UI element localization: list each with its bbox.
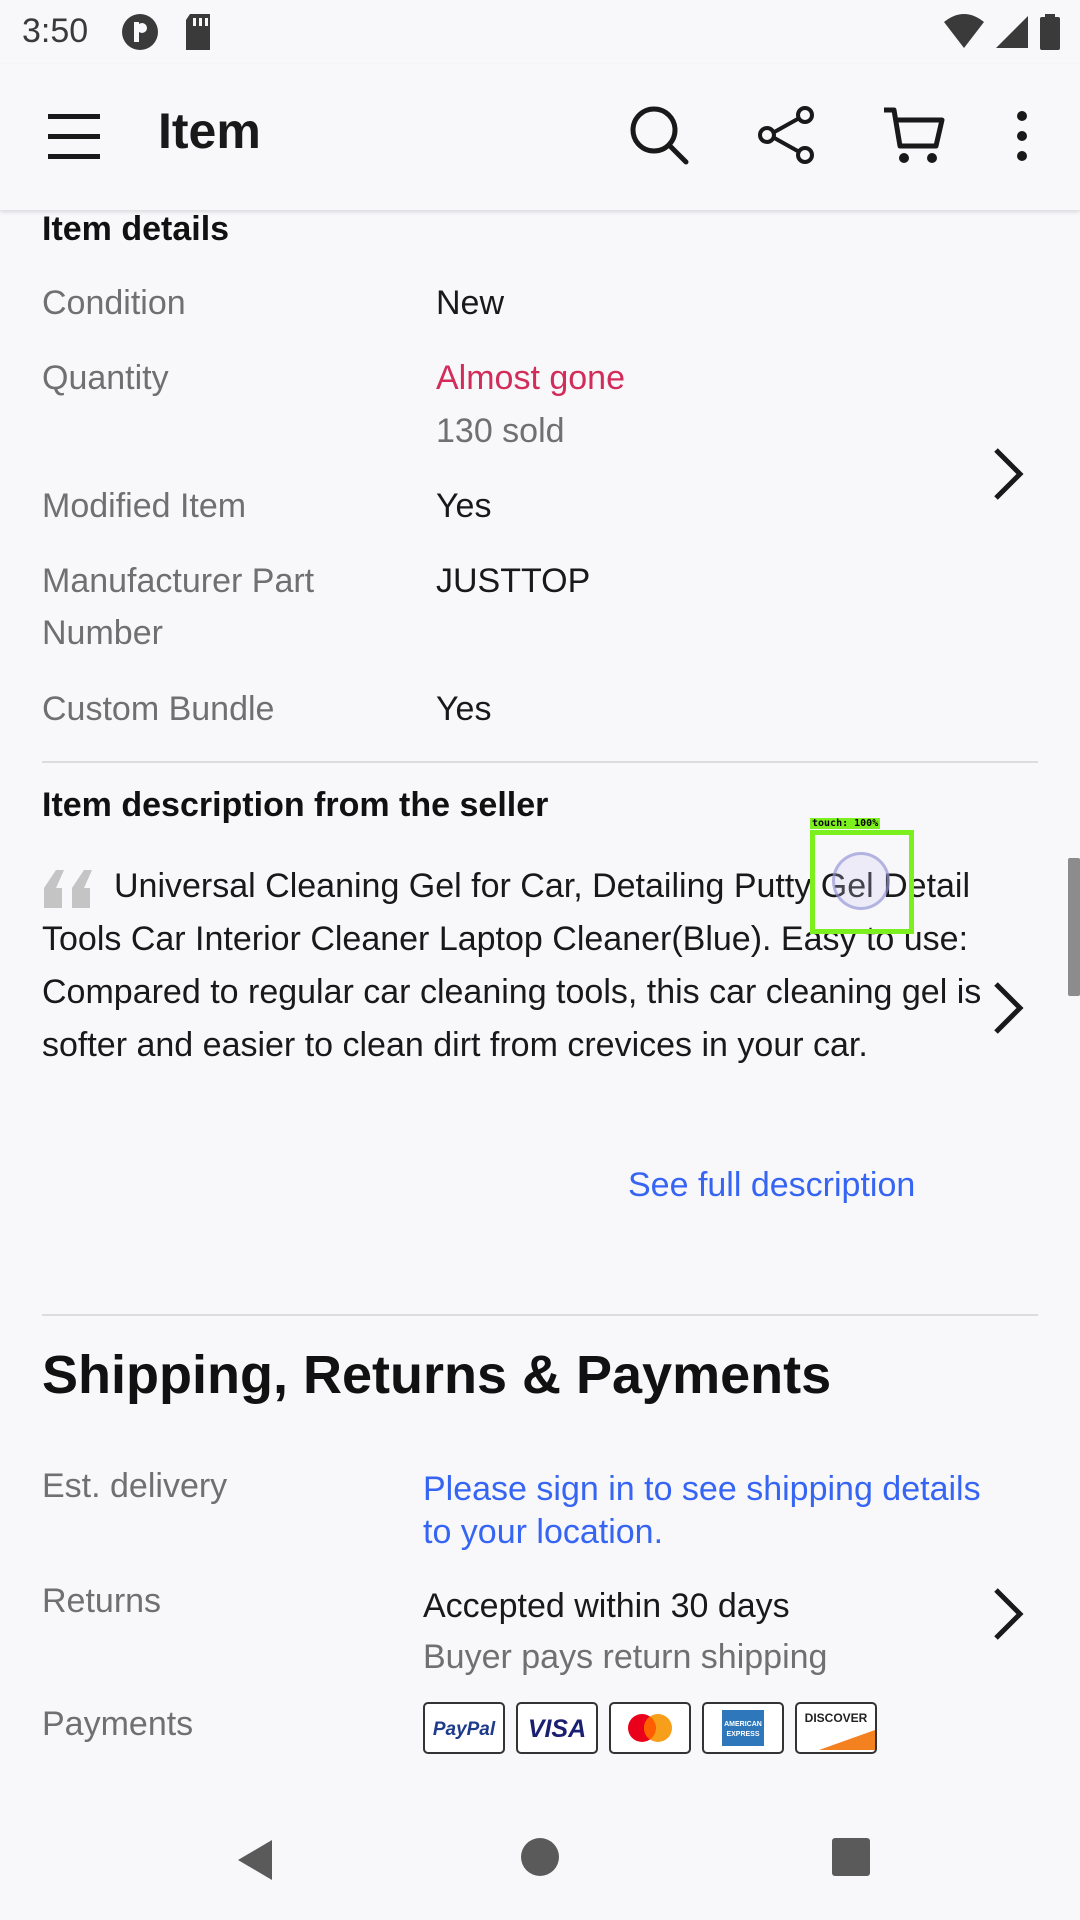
modified-item-value: Yes (436, 487, 492, 525)
visa-logo: VISA (516, 1702, 598, 1754)
returns-sub: Buyer pays return shipping (423, 1638, 828, 1676)
custom-bundle-value: Yes (436, 690, 492, 728)
touch-indicator-circle (832, 852, 890, 910)
menu-icon[interactable] (46, 108, 102, 164)
item-details-chevron-right-icon[interactable] (988, 444, 1028, 504)
payments-label: Payments (42, 1705, 194, 1743)
quantity-label: Quantity (42, 359, 169, 397)
see-full-description-link[interactable]: See full description (628, 1166, 915, 1205)
mastercard-logo (609, 1702, 691, 1754)
returns-label: Returns (42, 1582, 162, 1620)
est-delivery-label: Est. delivery (42, 1467, 228, 1505)
svg-text:PayPal: PayPal (433, 1719, 496, 1740)
sd-card-icon (182, 12, 214, 57)
item-details-heading: Item details (42, 210, 230, 248)
mpn-value: JUSTTOP (436, 562, 591, 600)
cart-icon[interactable] (882, 104, 946, 168)
home-icon[interactable] (521, 1838, 559, 1876)
mpn-label: Manufacturer Part Number (42, 562, 315, 652)
condition-value: New (436, 284, 505, 322)
svg-text:EXPRESS: EXPRESS (726, 1731, 759, 1738)
quantity-sold: 130 sold (436, 412, 565, 450)
circle-p-icon (120, 12, 160, 57)
paypal-logo: PayPal (423, 1702, 505, 1754)
sign-in-shipping-link[interactable]: Please sign in to see shipping details t… (423, 1468, 983, 1554)
back-icon[interactable] (236, 1838, 276, 1887)
condition-label: Condition (42, 284, 186, 322)
divider (42, 1314, 1038, 1316)
quantity-status: Almost gone (436, 359, 625, 397)
returns-value: Accepted within 30 days (423, 1587, 790, 1625)
status-bar: 3:50 (0, 0, 1080, 64)
touch-indicator-label: touch: 100% (810, 818, 881, 829)
app-bar: Item (0, 64, 1080, 210)
returns-chevron-right-icon[interactable] (988, 1584, 1028, 1644)
more-vert-icon[interactable] (1010, 104, 1034, 168)
system-nav-bar (0, 1792, 1080, 1920)
svg-text:AMERICAN: AMERICAN (724, 1721, 762, 1728)
custom-bundle-label: Custom Bundle (42, 690, 275, 728)
status-time: 3:50 (22, 12, 89, 50)
search-icon[interactable] (628, 104, 690, 166)
modified-item-label: Modified Item (42, 487, 247, 525)
scrollbar-thumb[interactable] (1068, 858, 1080, 996)
divider (42, 761, 1038, 763)
recents-icon[interactable] (832, 1838, 870, 1876)
wifi-icon (942, 12, 986, 57)
signal-icon (994, 12, 1030, 57)
svg-text:DISCOVER: DISCOVER (805, 1711, 868, 1725)
description-chevron-right-icon[interactable] (988, 978, 1028, 1038)
page-title: Item (158, 103, 261, 159)
battery-icon (1038, 12, 1062, 57)
shipping-heading: Shipping, Returns & Payments (42, 1345, 832, 1405)
share-icon[interactable] (755, 104, 817, 166)
svg-text:VISA: VISA (528, 1715, 586, 1743)
discover-logo: DISCOVER (795, 1702, 877, 1754)
amex-logo: AMERICAN EXPRESS (702, 1702, 784, 1754)
payment-methods: PayPal VISA AMERICAN EXPRESS DISCOVER (423, 1702, 877, 1754)
description-heading: Item description from the seller (42, 786, 549, 824)
